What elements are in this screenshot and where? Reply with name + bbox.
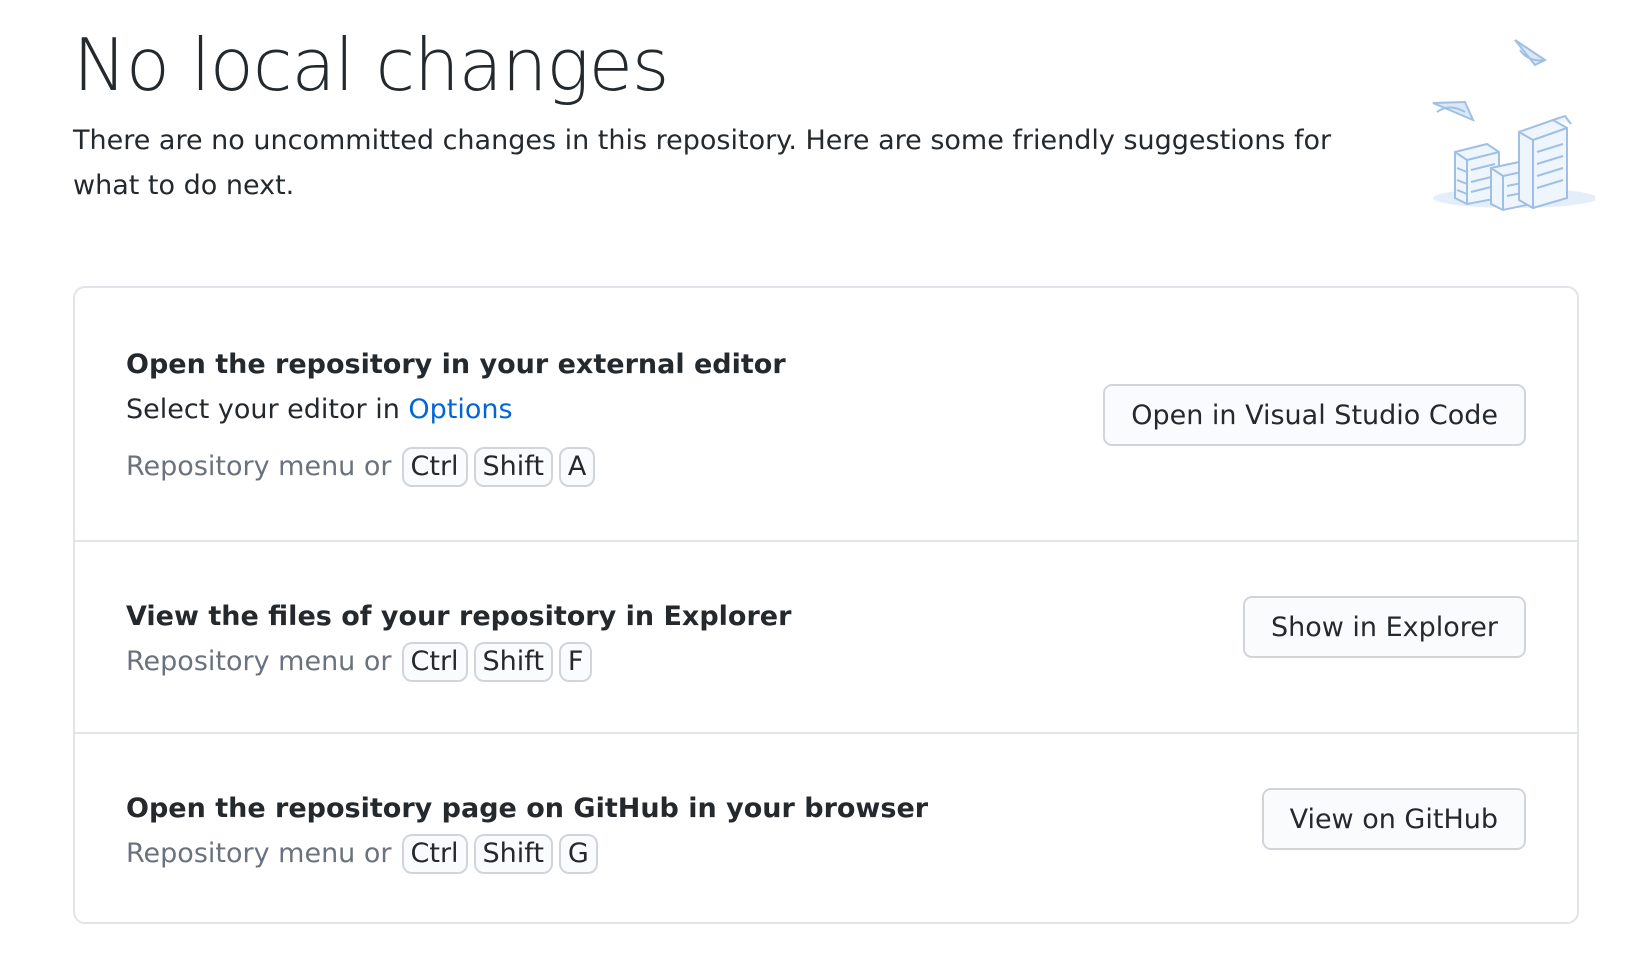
options-link[interactable]: Options [408, 394, 512, 425]
suggestion-text: Open the repository in your external edi… [126, 342, 786, 489]
key-f: F [558, 641, 593, 682]
key-g: G [558, 833, 598, 874]
suggestion-text: Open the repository page on GitHub in yo… [126, 786, 928, 876]
show-in-explorer-button[interactable]: Show in Explorer [1242, 596, 1526, 658]
shortcut-prefix: Repository menu or [126, 838, 392, 869]
shortcut-prefix: Repository menu or [126, 646, 392, 677]
key-shift: Shift [473, 446, 553, 487]
shortcut-hint: Repository menu or Ctrl Shift F [126, 639, 791, 684]
suggestion-title: View the files of your repository in Exp… [126, 601, 792, 632]
key-shift: Shift [473, 833, 553, 874]
key-ctrl: Ctrl [401, 833, 468, 874]
suggestion-description: Select your editor in Options [126, 387, 786, 432]
header: No local changes There are no uncommitte… [73, 20, 1333, 208]
papers-stack-illustration [1395, 20, 1597, 220]
open-in-vscode-button[interactable]: Open in Visual Studio Code [1103, 384, 1526, 446]
page-subtitle: There are no uncommitted changes in this… [73, 125, 1332, 201]
suggestion-title: Open the repository in your external edi… [126, 349, 786, 380]
shortcut-prefix: Repository menu or [126, 451, 392, 482]
shortcut-hint: Repository menu or Ctrl Shift G [126, 831, 928, 876]
key-a: A [558, 446, 596, 487]
page-title: No local changes [73, 23, 669, 107]
suggestion-view-github: Open the repository page on GitHub in yo… [75, 734, 1577, 922]
suggestion-title: Open the repository page on GitHub in yo… [126, 793, 929, 824]
suggestion-text: View the files of your repository in Exp… [126, 594, 791, 684]
description-prefix: Select your editor in [126, 394, 409, 425]
suggestion-open-editor: Open the repository in your external edi… [75, 288, 1577, 542]
key-ctrl: Ctrl [401, 641, 468, 682]
shortcut-hint: Repository menu or Ctrl Shift A [126, 444, 786, 489]
key-ctrl: Ctrl [401, 446, 468, 487]
suggestion-show-explorer: View the files of your repository in Exp… [75, 542, 1577, 734]
key-shift: Shift [473, 641, 553, 682]
suggestions-card: Open the repository in your external edi… [73, 286, 1579, 924]
view-on-github-button[interactable]: View on GitHub [1261, 788, 1526, 850]
